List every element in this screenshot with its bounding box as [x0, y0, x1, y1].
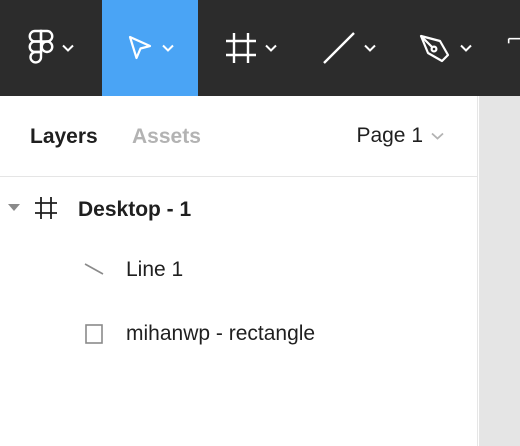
move-pointer-icon	[128, 35, 152, 60]
page-selector[interactable]: Page 1	[356, 124, 444, 148]
left-panel: Layers Assets Page 1 Desktop - 1 Line 1 …	[0, 96, 478, 446]
page-selector-label: Page 1	[356, 124, 423, 147]
text-icon	[507, 37, 520, 44]
tab-layers[interactable]: Layers	[30, 124, 98, 150]
tab-assets[interactable]: Assets	[132, 124, 201, 150]
frame-icon	[35, 197, 57, 219]
figma-logo-icon	[28, 29, 54, 64]
pen-tool-button[interactable]	[404, 0, 486, 96]
chevron-down-icon[interactable]	[364, 44, 376, 52]
layer-name: mihanwp - rectangle	[126, 322, 316, 345]
panel-tabs: Layers Assets Page 1	[0, 96, 478, 177]
pen-icon	[419, 34, 450, 63]
chevron-down-icon[interactable]	[460, 44, 472, 52]
line-icon	[84, 263, 104, 275]
main-menu-button[interactable]	[0, 0, 102, 96]
layer-name: Desktop - 1	[78, 198, 192, 221]
layer-row-rectangle[interactable]: mihanwp - rectangle	[0, 308, 478, 364]
layer-row-desktop-1[interactable]: Desktop - 1	[0, 180, 478, 236]
chevron-down-icon[interactable]	[265, 44, 277, 52]
line-tool-button[interactable]	[312, 0, 386, 96]
top-toolbar	[0, 0, 520, 96]
text-tool-button[interactable]	[500, 0, 520, 96]
chevron-down-icon[interactable]	[162, 44, 174, 52]
line-icon	[323, 32, 355, 64]
chevron-down-icon	[431, 132, 444, 140]
frame-tool-button[interactable]	[208, 0, 294, 96]
canvas-area[interactable]	[479, 96, 520, 446]
chevron-down-icon[interactable]	[62, 44, 74, 52]
frame-icon	[226, 33, 256, 63]
figma-app: Layers Assets Page 1 Desktop - 1 Line 1 …	[0, 0, 520, 446]
caret-down-icon[interactable]	[8, 204, 20, 212]
layer-row-line-1[interactable]: Line 1	[0, 244, 478, 300]
move-tool-button[interactable]	[102, 0, 198, 96]
layer-name: Line 1	[126, 258, 184, 281]
rectangle-icon	[85, 324, 103, 344]
